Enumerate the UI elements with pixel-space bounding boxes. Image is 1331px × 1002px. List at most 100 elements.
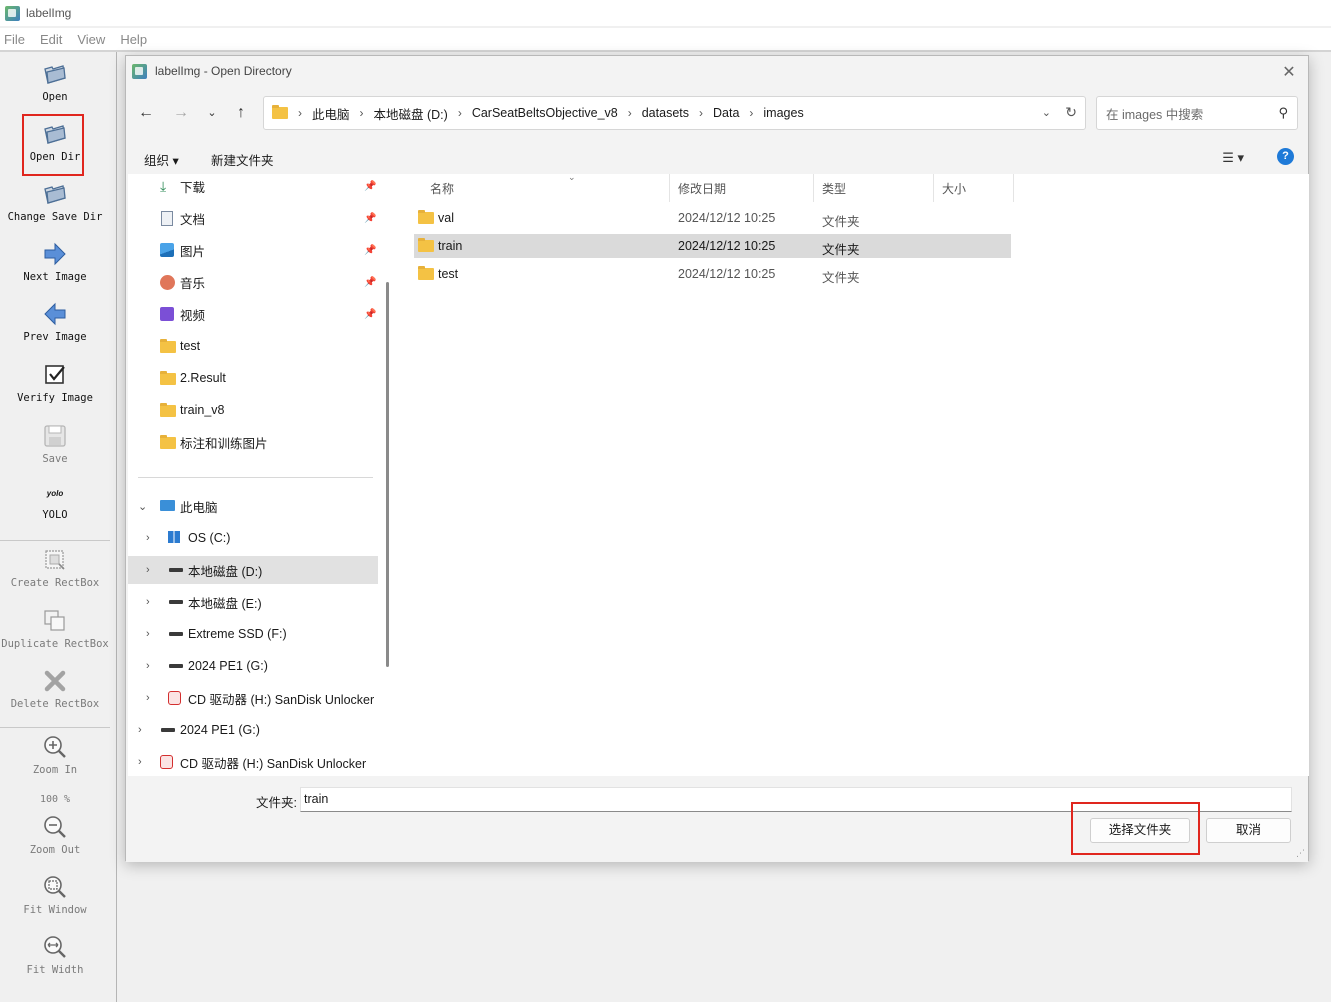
nav-item-drive[interactable]: › 本地磁盘 (D:) <box>128 556 378 584</box>
duplicate-rectbox-button[interactable]: Duplicate RectBox <box>0 608 110 650</box>
chevron-right-icon[interactable]: › <box>146 564 150 576</box>
breadcrumb-item[interactable]: datasets <box>642 106 689 120</box>
breadcrumb-item[interactable]: images <box>763 106 803 120</box>
next-image-button[interactable]: Next Image <box>0 241 110 283</box>
column-header-type[interactable]: 类型 <box>814 174 934 202</box>
recent-locations-chevron-icon[interactable]: ⌄ <box>201 102 223 124</box>
column-header-name[interactable]: 名称 ⌄ <box>422 172 670 202</box>
breadcrumb-chevron-icon[interactable]: › <box>458 106 462 120</box>
search-input[interactable]: 在 images 中搜索 ⚲ <box>1096 96 1298 130</box>
back-arrow-icon[interactable]: ← <box>135 102 157 124</box>
save-button[interactable]: Save <box>0 423 110 465</box>
nav-item-documents[interactable]: 文档 📌 <box>128 204 378 232</box>
file-name: val <box>438 211 454 225</box>
chevron-right-icon[interactable]: › <box>146 660 150 672</box>
file-row[interactable]: test 2024/12/12 10:25 文件夹 <box>414 262 1011 286</box>
address-bar[interactable]: › 此电脑 › 本地磁盘 (D:) › CarSeatBeltsObjectiv… <box>263 96 1086 130</box>
file-row[interactable]: val 2024/12/12 10:25 文件夹 <box>414 206 1011 230</box>
folder-icon <box>160 339 176 353</box>
breadcrumb-item[interactable]: 此电脑 <box>312 104 350 123</box>
view-options-icon[interactable]: ☰ ▾ <box>1222 150 1244 166</box>
breadcrumb-chevron-icon[interactable]: › <box>699 106 703 120</box>
navigation-bar: ← → ⌄ ↑ › 此电脑 › 本地磁盘 (D:) › CarSeatBelts… <box>126 94 1308 134</box>
delete-rectbox-button[interactable]: Delete RectBox <box>0 668 110 710</box>
nav-item-drive[interactable]: › 2024 PE1 (G:) <box>128 652 378 680</box>
nav-item-pictures[interactable]: 图片 📌 <box>128 236 378 264</box>
breadcrumb-item[interactable]: 本地磁盘 (D:) <box>374 104 448 123</box>
refresh-icon[interactable]: ↻ <box>1065 104 1077 121</box>
fit-window-button[interactable]: Fit Window <box>0 874 110 916</box>
yolo-format-button[interactable]: yolo YOLO <box>0 485 110 521</box>
nav-item-folder[interactable]: train_v8 <box>128 396 378 424</box>
pictures-icon <box>160 243 174 257</box>
nav-item-this-pc[interactable]: ⌄ 此电脑 <box>128 492 378 520</box>
search-placeholder: 在 images 中搜索 <box>1106 107 1204 122</box>
cancel-button[interactable]: 取消 <box>1206 818 1291 843</box>
close-icon[interactable]: ✕ <box>1280 62 1298 82</box>
fit-window-icon <box>42 874 68 900</box>
nav-item-folder[interactable]: 2.Result <box>128 364 378 392</box>
breadcrumb-chevron-icon[interactable]: › <box>628 106 632 120</box>
file-row[interactable]: train 2024/12/12 10:25 文件夹 <box>414 234 1011 258</box>
chevron-right-icon[interactable]: › <box>146 628 150 640</box>
column-header-modified[interactable]: 修改日期 <box>670 174 814 202</box>
breadcrumb-item[interactable]: Data <box>713 106 739 120</box>
nav-item-drive[interactable]: › 本地磁盘 (E:) <box>128 588 378 616</box>
yolo-format-icon: yolo <box>46 489 64 498</box>
prev-image-button[interactable]: Prev Image <box>0 301 110 343</box>
menu-help[interactable]: Help <box>120 32 147 47</box>
open-button[interactable]: Open <box>0 61 110 103</box>
column-header-size[interactable]: 大小 <box>934 174 1014 202</box>
delete-rectbox-icon <box>42 668 68 694</box>
nav-item-drive[interactable]: › Extreme SSD (F:) <box>128 620 378 648</box>
nav-item-drive[interactable]: › CD 驱动器 (H:) SanDisk Unlocker <box>128 684 378 712</box>
folder-icon <box>160 403 176 417</box>
chevron-right-icon[interactable]: › <box>146 692 150 704</box>
chevron-right-icon[interactable]: › <box>138 724 142 736</box>
nav-item-drive[interactable]: › CD 驱动器 (H:) SanDisk Unlocker <box>128 748 378 776</box>
chevron-right-icon[interactable]: › <box>146 596 150 608</box>
zoom-out-button[interactable]: Zoom Out <box>0 814 110 856</box>
video-icon <box>160 307 174 321</box>
nav-item-downloads[interactable]: ⤓ 下载 📌 <box>128 174 378 200</box>
fit-width-button[interactable]: Fit Width <box>0 934 110 976</box>
nav-item-music[interactable]: 音乐 📌 <box>128 268 378 296</box>
up-arrow-icon[interactable]: ↑ <box>230 102 252 124</box>
change-save-dir-button[interactable]: Change Save Dir <box>0 181 110 223</box>
drive-icon <box>168 627 184 641</box>
folder-icon <box>418 210 434 224</box>
help-icon[interactable]: ? <box>1277 148 1294 165</box>
nav-item-folder[interactable]: 标注和训练图片 <box>128 428 378 456</box>
verify-image-button[interactable]: Verify Image <box>0 362 110 404</box>
pin-icon: 📌 <box>364 276 377 288</box>
breadcrumb-chevron-icon[interactable]: › <box>749 106 753 120</box>
navigation-scrollbar[interactable] <box>386 282 389 667</box>
chevron-down-icon[interactable]: ⌄ <box>138 500 147 513</box>
new-folder-button[interactable]: 新建文件夹 <box>211 150 274 169</box>
breadcrumb-chevron-icon[interactable]: › <box>298 106 302 120</box>
drive-icon <box>168 595 184 609</box>
nav-item-drive[interactable]: › OS (C:) <box>128 524 378 552</box>
nav-item-label: test <box>180 339 201 353</box>
menu-edit[interactable]: Edit <box>40 32 62 47</box>
nav-item-videos[interactable]: 视频 📌 <box>128 300 378 328</box>
breadcrumb-chevron-icon[interactable]: › <box>360 106 364 120</box>
save-label: Save <box>42 453 68 465</box>
nav-item-label: CD 驱动器 (H:) SanDisk Unlocker <box>180 756 367 771</box>
forward-arrow-icon[interactable]: → <box>170 102 192 124</box>
zoom-in-button[interactable]: Zoom In <box>0 734 110 776</box>
nav-divider <box>138 477 373 478</box>
menu-view[interactable]: View <box>77 32 105 47</box>
chevron-right-icon[interactable]: › <box>146 532 150 544</box>
nav-item-label: train_v8 <box>180 403 225 417</box>
menu-file[interactable]: File <box>4 32 25 47</box>
nav-item-folder[interactable]: test <box>128 332 378 360</box>
resize-grip-icon[interactable]: ⋰ <box>1296 848 1305 859</box>
chevron-right-icon[interactable]: › <box>138 756 142 768</box>
navigation-pane: ⤓ 下载 📌 文档 📌 图片 📌 音乐 📌 视频 📌 test 2.Result… <box>128 174 396 776</box>
create-rectbox-button[interactable]: Create RectBox <box>0 547 110 589</box>
organize-button[interactable]: 组织 ▾ <box>144 150 179 169</box>
nav-item-drive[interactable]: › 2024 PE1 (G:) <box>128 716 378 744</box>
breadcrumb-item[interactable]: CarSeatBeltsObjective_v8 <box>472 106 618 120</box>
address-dropdown-chevron-icon[interactable]: ⌄ <box>1042 106 1051 119</box>
